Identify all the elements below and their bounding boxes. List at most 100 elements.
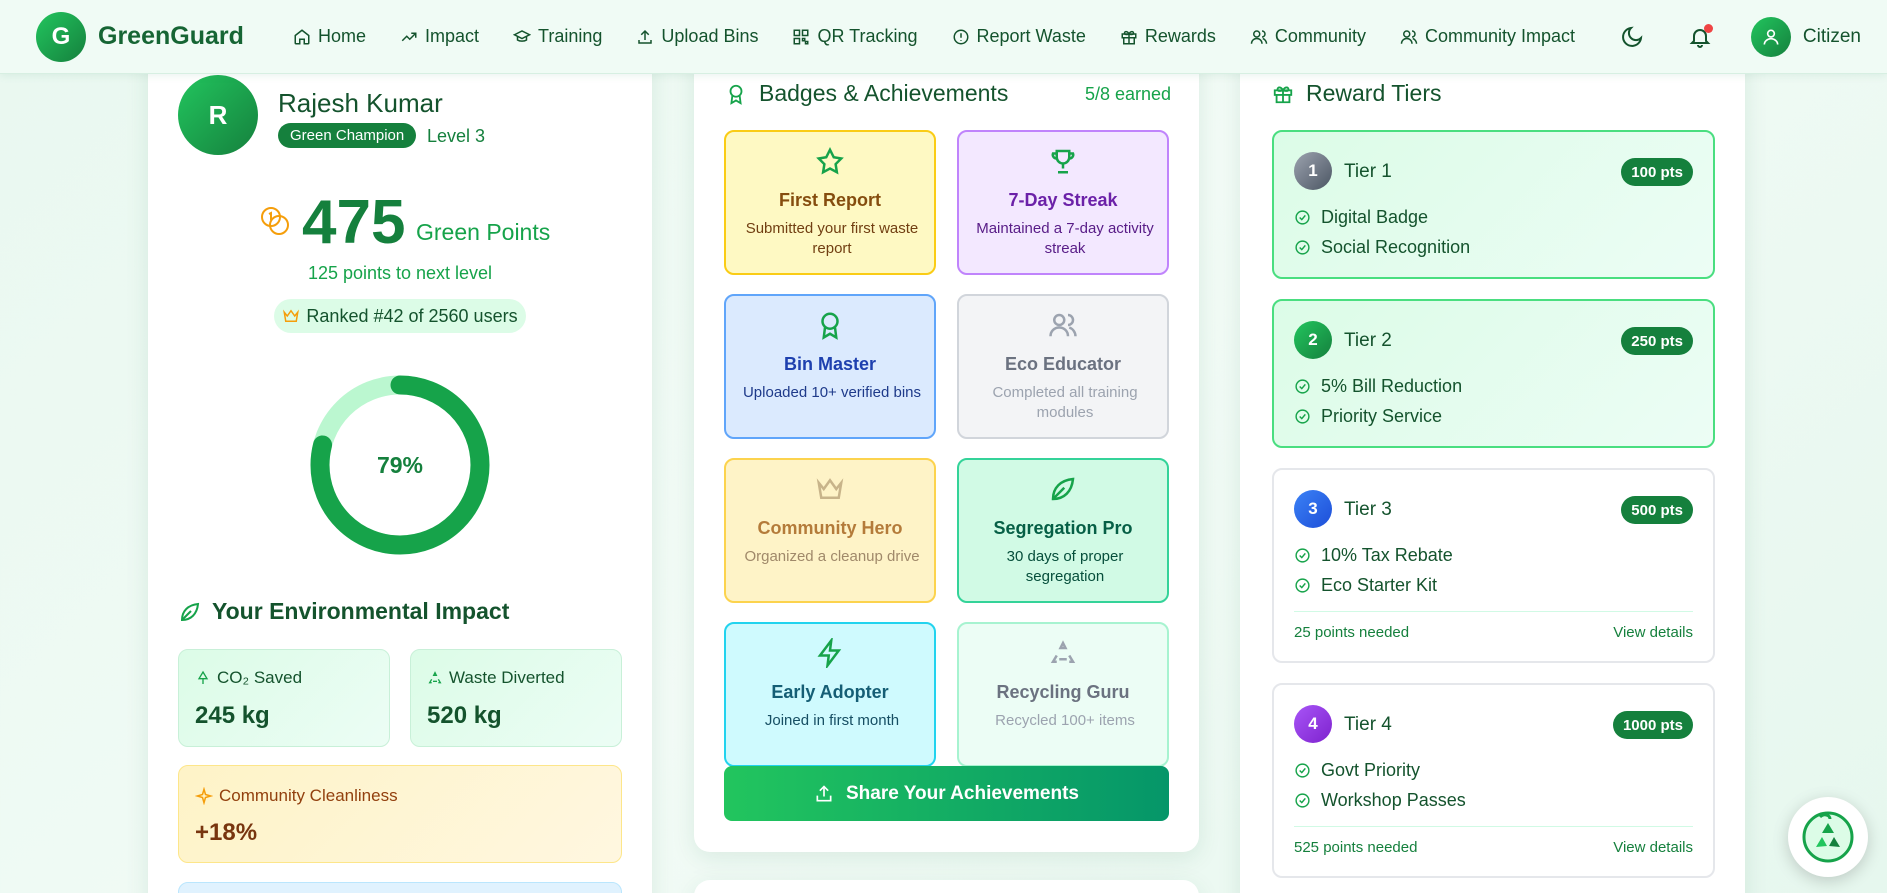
- user-icon: [1763, 29, 1779, 45]
- gift-icon: [1273, 86, 1293, 103]
- crown-icon: [816, 478, 844, 499]
- badge-eco-educator[interactable]: Eco Educator Completed all training modu…: [957, 294, 1169, 439]
- badge-desc: Maintained a 7-day activity streak: [976, 220, 1154, 257]
- user-name[interactable]: Citizen: [1803, 26, 1861, 48]
- tier-card-1[interactable]: 1 Tier 1 100 pts Digital Badge Social Re…: [1272, 130, 1715, 279]
- tier-number: 4: [1294, 705, 1332, 743]
- notifications-button[interactable]: [1685, 22, 1715, 52]
- badge-early-adopter[interactable]: Early Adopter Joined in first month: [724, 622, 936, 767]
- tier-perk: Eco Starter Kit: [1294, 575, 1437, 596]
- badge-first-report[interactable]: First Report Submitted your first waste …: [724, 130, 936, 275]
- badge-icon-wrap: [959, 638, 1167, 668]
- tiers-title: Reward Tiers: [1272, 80, 1441, 107]
- cleanliness-value: +18%: [195, 819, 258, 846]
- nav-rewards[interactable]: Rewards: [1103, 26, 1233, 47]
- badge-title: First Report: [778, 190, 881, 210]
- tier-card-3[interactable]: 3 Tier 3 500 pts 10% Tax Rebate Eco Star…: [1272, 468, 1715, 663]
- tier-perk-text: Priority Service: [1321, 406, 1443, 426]
- co2-label-row: CO₂ Saved: [195, 668, 302, 688]
- nav-community[interactable]: Community: [1233, 26, 1383, 47]
- recycle-assistant-button[interactable]: [1788, 797, 1868, 877]
- nav-home[interactable]: Home: [276, 26, 383, 47]
- badge-community-hero[interactable]: Community Hero Organized a cleanup drive: [724, 458, 936, 603]
- tier-points: 500 pts: [1621, 496, 1693, 524]
- tier-perk-text: Social Recognition: [1321, 237, 1471, 257]
- check-circle-icon: [1295, 793, 1310, 808]
- badge-icon-wrap: [959, 474, 1167, 504]
- impact-title: Your Environmental Impact: [178, 598, 509, 625]
- tier-perk: Workshop Passes: [1294, 790, 1466, 811]
- badge-desc: Organized a cleanup drive: [744, 548, 920, 565]
- badge-icon-wrap: [959, 146, 1167, 176]
- tier-perk: 5% Bill Reduction: [1294, 376, 1462, 397]
- theme-toggle-button[interactable]: [1617, 22, 1647, 52]
- nav-qr-tracking[interactable]: QR Tracking: [775, 26, 934, 47]
- user-avatar[interactable]: [1750, 17, 1791, 57]
- view-details-link[interactable]: View details: [1613, 839, 1693, 856]
- tier-perk: Digital Badge: [1294, 207, 1428, 228]
- check-circle-icon: [1295, 578, 1310, 593]
- tier-name: Tier 4: [1344, 714, 1392, 735]
- check-circle-icon: [1295, 210, 1310, 225]
- nav-upload-label: Upload Bins: [661, 26, 759, 46]
- tier-card-4[interactable]: 4 Tier 4 1000 pts Govt Priority Workshop…: [1272, 683, 1715, 878]
- tier-points: 100 pts: [1621, 158, 1693, 186]
- badge-7-day-streak[interactable]: 7-Day Streak Maintained a 7-day activity…: [957, 130, 1169, 275]
- star-icon: [816, 146, 844, 175]
- points-label: Green Points: [416, 219, 551, 245]
- check-circle-icon: [1295, 379, 1310, 394]
- check-circle-icon: [1295, 409, 1310, 424]
- points-value: 475: [302, 188, 406, 257]
- nav-report-label: Report Waste: [976, 26, 1086, 46]
- check-circle-icon: [1295, 763, 1310, 778]
- badge-title: Bin Master: [783, 354, 877, 374]
- coins-icon: [261, 207, 289, 235]
- badge-title: Recycling Guru: [996, 682, 1130, 702]
- tier-card-2[interactable]: 2 Tier 2 250 pts 5% Bill Reduction Prior…: [1272, 299, 1715, 448]
- badge-bin-master[interactable]: Bin Master Uploaded 10+ verified bins: [724, 294, 936, 439]
- badges-count: 5/8 earned: [1085, 84, 1172, 104]
- nav-home-label: Home: [318, 26, 367, 46]
- badge-segregation-pro[interactable]: Segregation Pro 30 days of proper segreg…: [957, 458, 1169, 603]
- brand-name: GreenGuard: [98, 22, 244, 50]
- waste-label-row: Waste Diverted: [427, 668, 565, 688]
- award-icon: [821, 312, 839, 340]
- badge-title: Early Adopter: [771, 682, 889, 702]
- nav-impact[interactable]: Impact: [383, 26, 496, 47]
- share-achievements-button[interactable]: Share Your Achievements: [724, 766, 1169, 821]
- users-icon: [1400, 29, 1418, 44]
- badge-desc: 30 days of proper segregation: [1006, 548, 1124, 585]
- nav-training-label: Training: [538, 26, 603, 46]
- leaf-icon: [180, 602, 200, 621]
- nav-upload-bins[interactable]: Upload Bins: [619, 26, 775, 47]
- tier-divider: [1294, 611, 1693, 612]
- award-icon: [729, 84, 743, 105]
- tier-perk: Social Recognition: [1294, 237, 1470, 258]
- nav-training[interactable]: Training: [496, 26, 619, 47]
- nav-impact-label: Impact: [425, 26, 480, 46]
- cleanliness-label: Community Cleanliness: [219, 786, 398, 805]
- brand[interactable]: G GreenGuard: [36, 11, 276, 62]
- co2-label: CO₂ Saved: [217, 668, 303, 687]
- next-card: [694, 880, 1199, 893]
- graduation-cap-icon: [513, 29, 532, 42]
- nav-community-impact-label: Community Impact: [1424, 26, 1575, 46]
- badge-icon-wrap: [726, 474, 934, 504]
- brand-logo: G: [36, 11, 86, 62]
- share-label: Share Your Achievements: [845, 782, 1080, 804]
- nav-report-waste[interactable]: Report Waste: [935, 26, 1103, 47]
- tier-points-needed: 525 points needed: [1294, 839, 1418, 856]
- nav-community-impact[interactable]: Community Impact: [1383, 26, 1592, 47]
- level-text: Level 3: [427, 126, 486, 146]
- nav-rewards-label: Rewards: [1144, 26, 1216, 46]
- badge-icon-wrap: [726, 310, 934, 340]
- profile-avatar: R: [178, 75, 258, 155]
- next-stat-card: [178, 882, 622, 893]
- badges-title-text: Badges & Achievements: [759, 80, 1009, 106]
- tier-points-needed: 25 points needed: [1294, 624, 1410, 641]
- cleanliness-card: Community Cleanliness +18%: [178, 765, 622, 863]
- leaf-icon: [1051, 477, 1075, 501]
- badge-recycling-guru[interactable]: Recycling Guru Recycled 100+ items: [957, 622, 1169, 767]
- trophy-icon: [1051, 149, 1075, 174]
- view-details-link[interactable]: View details: [1613, 624, 1693, 641]
